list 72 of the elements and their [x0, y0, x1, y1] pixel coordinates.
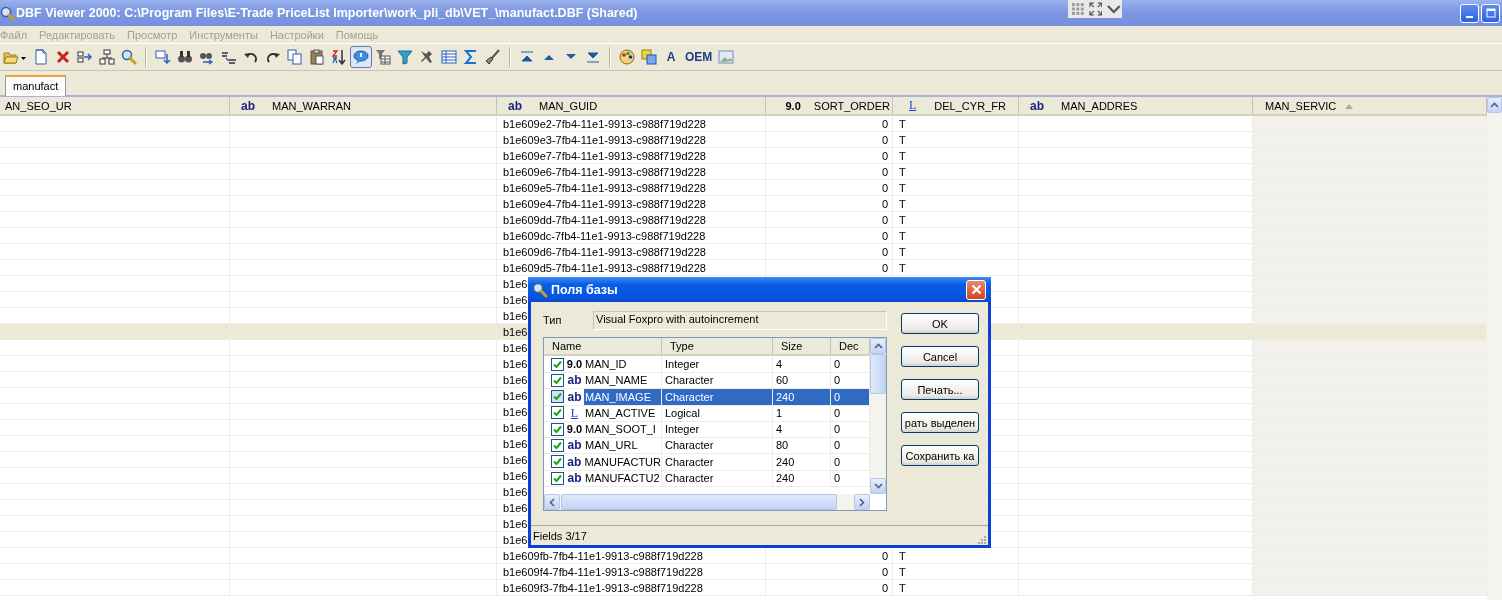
table-cell: b1e609e5-7fb4-11e1-9913-c988f719d228: [497, 180, 766, 196]
table-cell: Integer: [662, 421, 773, 439]
table-cell: Integer: [662, 356, 773, 373]
table-cell: b1e609f4-7fb4-11e1-9913-c988f719d228: [497, 564, 766, 580]
table-cell: 240: [773, 470, 831, 488]
table-cell: 0: [766, 580, 893, 596]
table-cell: b1e609d6-7fb4-11e1-9913-c988f719d228: [497, 244, 766, 260]
table-cell: b1e609e2-7fb4-11e1-9913-c988f719d228: [497, 116, 766, 132]
table-cell-text: MANUFACTU2: [584, 471, 661, 487]
field-type-label: 9.0: [566, 357, 583, 372]
table-cell: 0: [766, 164, 893, 180]
table-cell: 0: [766, 244, 893, 260]
field-type-label: ab: [1030, 98, 1044, 113]
field-type-label: ab: [508, 98, 522, 113]
table-cell: b1e609e4-7fb4-11e1-9913-c988f719d228: [497, 196, 766, 212]
table-cell: 0: [766, 116, 893, 132]
table-cell: T: [893, 164, 1019, 180]
table-cell: T: [893, 116, 1019, 132]
table-cell-text: MANUFACTUR: [583, 454, 661, 470]
table-cell: T: [893, 196, 1019, 212]
table-cell: 0: [766, 148, 893, 164]
table-cell: 0: [766, 196, 893, 212]
field-type-label: ab: [566, 453, 583, 470]
table-cell: b1e609e7-7fb4-11e1-9913-c988f719d228: [497, 148, 766, 164]
table-cell: b1e609dc-7fb4-11e1-9913-c988f719d228: [497, 228, 766, 244]
table-cell: T: [893, 580, 1019, 596]
table-cell: T: [893, 148, 1019, 164]
table-cell: 4: [773, 356, 831, 373]
table-cell: 0: [766, 564, 893, 580]
field-label: Тип: [543, 314, 563, 326]
table-cell: T: [893, 244, 1019, 260]
table-cell-text: MAN_SOOT_I: [584, 422, 657, 438]
field-type-label: L: [909, 98, 917, 113]
table-cell: b1e609e3-7fb4-11e1-9913-c988f719d228: [497, 132, 766, 148]
field-type-label: ab: [566, 437, 583, 454]
table-cell: T: [893, 212, 1019, 228]
field-type-label: ab: [241, 98, 255, 113]
status-text: Fields 3/17: [533, 529, 587, 542]
table-cell: 1: [773, 404, 831, 422]
table-cell: 0: [766, 132, 893, 148]
table-cell: 4: [773, 421, 831, 439]
table-cell: Logical: [662, 404, 773, 422]
table-cell: 0: [766, 260, 893, 276]
table-cell: 0: [766, 180, 893, 196]
type-field: Visual Foxpro with autoincrement: [593, 310, 887, 330]
table-cell-text: MAN_ID: [584, 357, 628, 372]
table-cell: Character: [662, 470, 773, 488]
field-type-label: L: [569, 404, 580, 421]
table-cell: b1e609d5-7fb4-11e1-9913-c988f719d228: [497, 260, 766, 276]
table-cell: T: [893, 180, 1019, 196]
field-type-label: ab: [566, 372, 583, 389]
table-cell: Character: [662, 453, 773, 471]
table-cell: 0: [766, 212, 893, 228]
table-cell: T: [893, 132, 1019, 148]
table-cell: b1e609dd-7fb4-11e1-9913-c988f719d228: [497, 212, 766, 228]
table-cell: T: [893, 260, 1019, 276]
table-cell: b1e609f3-7fb4-11e1-9913-c988f719d228: [497, 580, 766, 596]
table-cell: T: [893, 564, 1019, 580]
table-cell: 240: [773, 453, 831, 471]
table-cell: 0: [766, 228, 893, 244]
table-cell-text: MAN_NAME: [584, 373, 649, 389]
field-type-label: ab: [566, 470, 583, 487]
table-cell: 80: [773, 437, 831, 455]
field-type-label: 9.0: [566, 422, 583, 438]
table-cell: T: [893, 228, 1019, 244]
table-cell: Character: [662, 437, 773, 455]
field-type-label: 9.0: [785, 99, 801, 112]
field-type-label: ab: [566, 388, 583, 405]
window-title: DBF Viewer 2000: C:\Program Files\E-Trade PriceList Importer\work_pli_db\VET_\manufact.DBF (Shared): [16, 6, 638, 20]
table-cell-text: MAN_URL: [584, 438, 639, 454]
table-cell: b1e609e6-7fb4-11e1-9913-c988f719d228: [497, 164, 766, 180]
table-cell-text: MAN_ACTIVE: [584, 405, 657, 421]
